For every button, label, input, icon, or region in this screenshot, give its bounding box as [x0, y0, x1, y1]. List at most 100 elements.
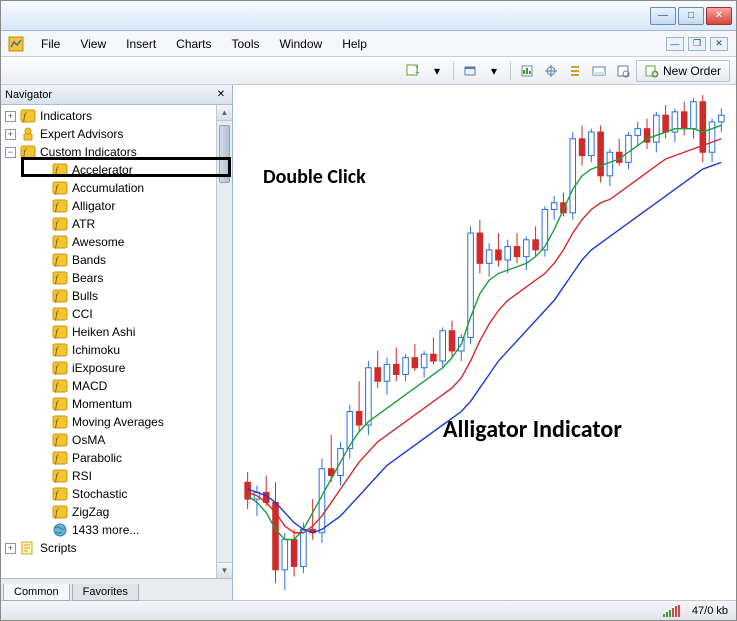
tree-node-icon [52, 522, 68, 538]
menu-view[interactable]: View [70, 34, 116, 54]
tree-item-macd[interactable]: fMACD [1, 377, 216, 395]
terminal-button[interactable] [588, 60, 610, 82]
tree-node-label: Alligator [72, 199, 115, 213]
mdi-minimize-button[interactable]: — [666, 37, 684, 51]
tree-node-label: OsMA [72, 433, 105, 447]
scroll-up-button[interactable]: ▲ [217, 105, 232, 121]
tree-node-icon [20, 540, 36, 556]
tree-node-icon: f [52, 252, 68, 268]
menu-help[interactable]: Help [332, 34, 377, 54]
tree-item-iexposure[interactable]: f iExposure [1, 359, 216, 377]
traffic-counter: 47/0 kb [692, 605, 728, 617]
tree-expert-advisors[interactable]: + Expert Advisors [1, 125, 216, 143]
tree-item-osma[interactable]: f OsMA [1, 431, 216, 449]
navigator-scrollbar[interactable]: ▲ ▼ [216, 105, 232, 578]
expand-icon[interactable]: + [5, 111, 16, 122]
tree-node-icon: f [20, 144, 36, 160]
tree-item-parabolic[interactable]: fParabolic [1, 449, 216, 467]
tree-item-zigzag[interactable]: fZigZag [1, 503, 216, 521]
tree-node-icon: f [52, 360, 68, 376]
tree-node-label: Bears [72, 271, 103, 285]
tree-item-momentum[interactable]: fMomentum [1, 395, 216, 413]
navigator-title: Navigator [5, 89, 52, 101]
navigator-tabs: Common Favorites [1, 578, 232, 600]
tree-item-ichimoku[interactable]: fIchimoku [1, 341, 216, 359]
menu-tools[interactable]: Tools [222, 34, 270, 54]
collapse-icon[interactable]: − [5, 147, 16, 158]
menu-file[interactable]: File [31, 34, 70, 54]
toolbar-separator [453, 62, 454, 80]
tree-node-icon: f [52, 396, 68, 412]
tree-node-icon: f [52, 342, 68, 358]
navigator-header: Navigator ✕ [1, 85, 232, 105]
navigator-toggle-button[interactable] [564, 60, 586, 82]
status-bar: 47/0 kb [1, 600, 736, 620]
new-order-label: New Order [663, 64, 721, 78]
market-watch-button[interactable] [516, 60, 538, 82]
tree-node-label: ATR [72, 217, 95, 231]
tree-node-icon: f [52, 288, 68, 304]
navigator-panel: Navigator ✕ +fIndicators+Expert Advisors… [1, 85, 233, 600]
tree-node-icon: f [52, 486, 68, 502]
tree-node-icon: f [52, 270, 68, 286]
tree-item-accelerator[interactable]: fAccelerator [1, 161, 216, 179]
tree-node-icon: f [52, 504, 68, 520]
candlestick-chart [233, 85, 736, 600]
tree-node-label: Expert Advisors [40, 127, 123, 141]
tree-node-icon [20, 126, 36, 142]
annotation-indicator-name: Alligator Indicator [443, 415, 622, 444]
tree-item-bulls[interactable]: fBulls [1, 287, 216, 305]
navigator-tree[interactable]: +fIndicators+Expert Advisors−fCustom Ind… [1, 105, 216, 578]
tree-item-rsi[interactable]: fRSI [1, 467, 216, 485]
new-order-button[interactable]: New Order [636, 60, 730, 82]
tree-custom-indicators[interactable]: −fCustom Indicators [1, 143, 216, 161]
new-order-icon [645, 64, 659, 78]
tree-indicators[interactable]: +fIndicators [1, 107, 216, 125]
profiles-button[interactable] [459, 60, 481, 82]
tree-item-bands[interactable]: fBands [1, 251, 216, 269]
tree-node-label: iExposure [72, 361, 125, 375]
tree-item-more[interactable]: 1433 more... [1, 521, 216, 539]
tree-scripts[interactable]: +Scripts [1, 539, 216, 557]
window-minimize-button[interactable]: — [650, 7, 676, 25]
expand-icon[interactable]: + [5, 543, 16, 554]
tree-item-alligator[interactable]: fAlligator [1, 197, 216, 215]
tree-item-moving-averages[interactable]: fMoving Averages [1, 413, 216, 431]
tree-node-icon: f [52, 306, 68, 322]
tree-item-awesome[interactable]: fAwesome [1, 233, 216, 251]
new-chart-button[interactable]: + [402, 60, 424, 82]
profiles-dropdown-icon[interactable]: ▾ [483, 60, 505, 82]
tree-node-icon: f [52, 378, 68, 394]
tree-item-bears[interactable]: f Bears [1, 269, 216, 287]
tree-node-label: CCI [72, 307, 93, 321]
window-maximize-button[interactable]: □ [678, 7, 704, 25]
expand-icon[interactable]: + [5, 129, 16, 140]
menu-window[interactable]: Window [270, 34, 333, 54]
menu-insert[interactable]: Insert [116, 34, 166, 54]
tab-favorites[interactable]: Favorites [72, 584, 139, 601]
navigator-close-button[interactable]: ✕ [214, 88, 228, 102]
crosshair-button[interactable] [540, 60, 562, 82]
tree-item-accumulation[interactable]: fAccumulation [1, 179, 216, 197]
tree-item-atr[interactable]: fATR [1, 215, 216, 233]
window-close-button[interactable]: ✕ [706, 7, 732, 25]
mdi-close-button[interactable]: ✕ [710, 37, 728, 51]
mdi-restore-button[interactable]: ❐ [688, 37, 706, 51]
tab-common[interactable]: Common [3, 584, 70, 601]
tree-node-icon: f [52, 180, 68, 196]
window-titlebar: — □ ✕ [1, 1, 736, 31]
scroll-thumb[interactable] [219, 125, 230, 183]
tree-node-icon: f [52, 432, 68, 448]
tree-item-heiken-ashi[interactable]: fHeiken Ashi [1, 323, 216, 341]
tree-node-label: Accelerator [72, 163, 133, 177]
scroll-down-button[interactable]: ▼ [217, 562, 232, 578]
chart-dropdown-icon[interactable]: ▾ [426, 60, 448, 82]
tree-node-label: Moving Averages [72, 415, 164, 429]
tree-node-label: RSI [72, 469, 92, 483]
menu-charts[interactable]: Charts [166, 34, 221, 54]
tree-node-label: Stochastic [72, 487, 127, 501]
tree-item-stochastic[interactable]: f Stochastic [1, 485, 216, 503]
strategy-tester-button[interactable] [612, 60, 634, 82]
chart-area[interactable]: Double Click Alligator Indicator [233, 85, 736, 600]
tree-item-cci[interactable]: f CCI [1, 305, 216, 323]
